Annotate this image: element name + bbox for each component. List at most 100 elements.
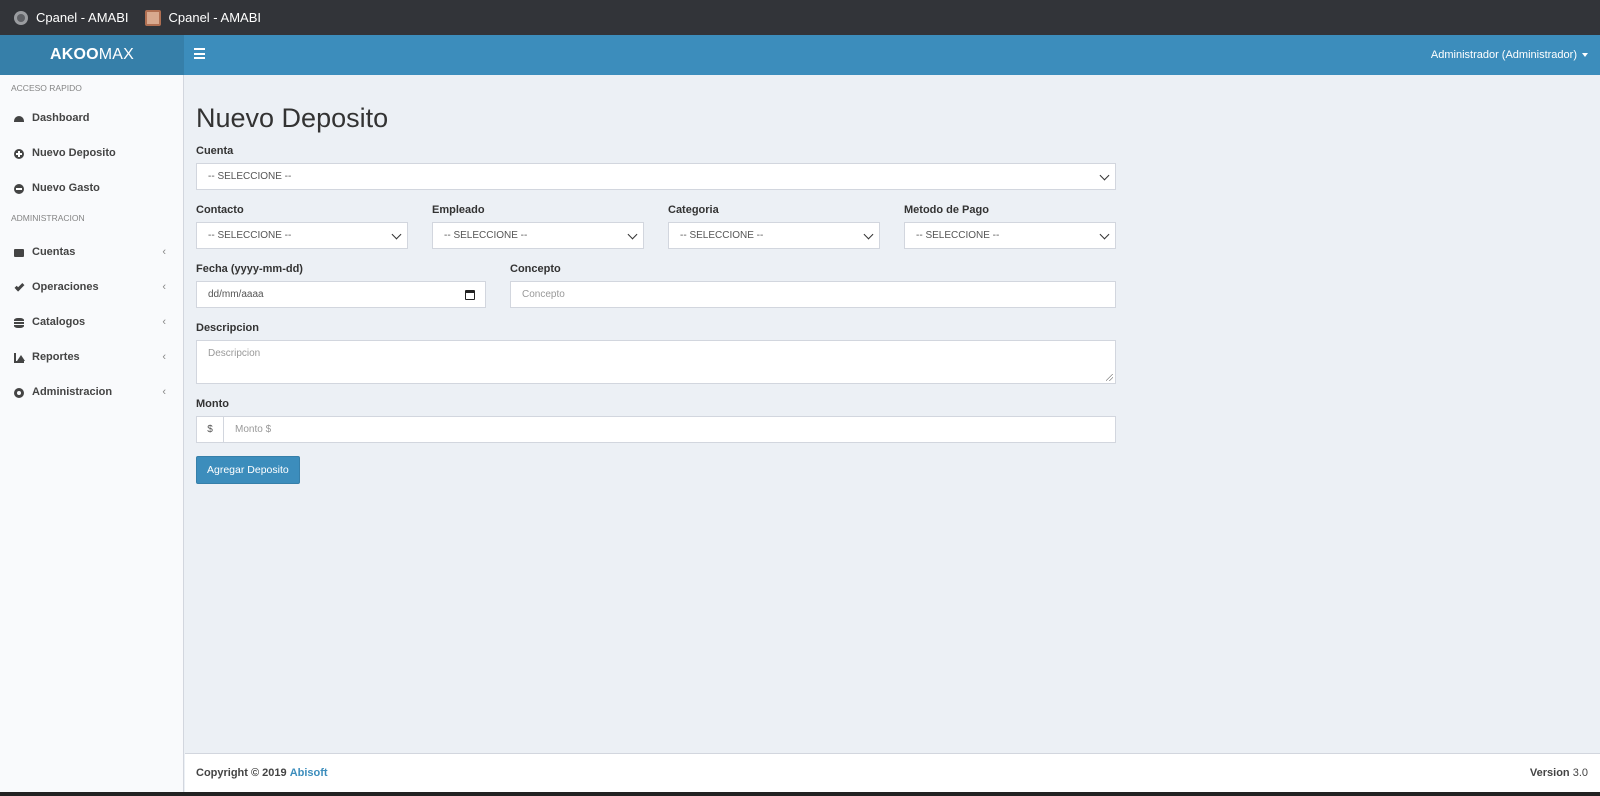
fecha-placeholder: dd/mm/aaaa [208, 289, 264, 300]
sidebar-item-label: Nuevo Deposito [32, 147, 116, 159]
contacto-label: Contacto [196, 204, 244, 216]
metodo-pago-group: Metodo de Pago -- SELECCIONE -- [904, 203, 1116, 249]
sidebar-item-label: Administracion [32, 386, 113, 398]
concepto-placeholder: Concepto [522, 289, 565, 300]
chevron-down-icon [627, 229, 638, 240]
sidebar-item-label: Cuentas [32, 246, 76, 258]
chevron-down-icon [863, 229, 874, 240]
descripcion-placeholder: Descripcion [208, 348, 261, 359]
copyright-text: Copyright © 2019 [196, 767, 287, 779]
fecha-group: Fecha (yyyy-mm-dd) dd/mm/aaaa [196, 262, 486, 308]
descripcion-group: Descripcion Descripcion [196, 321, 1116, 384]
fecha-label: Fecha (yyyy-mm-dd) [196, 263, 303, 275]
sidebar-item-nuevo-deposito[interactable]: Nuevo Deposito [0, 136, 183, 171]
monto-input-group: $ Monto $ [196, 416, 1116, 443]
cuenta-group: Cuenta -- SELECCIONE -- [196, 144, 1116, 190]
metodo-pago-select[interactable]: -- SELECCIONE -- [904, 222, 1116, 249]
sidebar-item-label: Dashboard [32, 112, 90, 124]
cuenta-select-value: -- SELECCIONE -- [208, 171, 292, 182]
descripcion-label: Descripcion [196, 322, 259, 334]
fecha-input[interactable]: dd/mm/aaaa [196, 281, 486, 308]
database-icon [14, 318, 24, 328]
version-label: Version [1529, 767, 1570, 779]
metodo-pago-select-value: -- SELECCIONE -- [916, 230, 1000, 241]
browser-tab-label: Cpanel - AMABI [36, 10, 129, 25]
sidebar-item-administracion[interactable]: Administracion ‹ [0, 375, 183, 410]
chevron-down-icon [1099, 229, 1110, 240]
sidebar-item-dashboard[interactable]: Dashboard [0, 101, 183, 136]
monto-group: Monto $ Monto $ [196, 397, 1116, 443]
sidebar-item-nuevo-gasto[interactable]: Nuevo Gasto [0, 171, 183, 206]
minus-circle-icon [14, 184, 24, 194]
dashboard-icon [14, 116, 24, 122]
contacto-select[interactable]: -- SELECCIONE -- [196, 222, 408, 249]
monto-input[interactable]: Monto $ [223, 416, 1116, 443]
logo[interactable]: AKOOMAX [0, 35, 184, 75]
concepto-input[interactable]: Concepto [510, 281, 1116, 308]
dollar-addon: $ [196, 416, 223, 443]
user-menu[interactable]: Administrador (Administrador) [1431, 35, 1588, 75]
concepto-label: Concepto [510, 263, 561, 275]
cuenta-label: Cuenta [196, 145, 234, 157]
categoria-group: Categoria -- SELECCIONE -- [668, 203, 880, 249]
page-title: Nuevo Deposito [196, 103, 389, 133]
gear-icon [14, 388, 24, 398]
chevron-down-icon [391, 229, 402, 240]
concepto-group: Concepto Concepto [510, 262, 1116, 308]
favicon-photo-icon [144, 9, 161, 26]
metodo-pago-label: Metodo de Pago [904, 204, 989, 216]
sidebar-item-label: Operaciones [32, 281, 99, 293]
globe-icon [14, 10, 28, 25]
contacto-select-value: -- SELECCIONE -- [208, 230, 292, 241]
main-header: AKOOMAX Administrador (Administrador) [0, 35, 1600, 75]
sidebar-item-label: Catalogos [32, 316, 86, 328]
chevron-left-icon: ‹ [162, 281, 166, 293]
monto-placeholder: Monto $ [235, 424, 272, 435]
empleado-label: Empleado [432, 204, 485, 216]
categoria-select[interactable]: -- SELECCIONE -- [668, 222, 880, 249]
version-number: 3.0 [1572, 767, 1588, 779]
chevron-down-icon [1099, 170, 1110, 181]
empleado-group: Empleado -- SELECCIONE -- [432, 203, 644, 249]
browser-titlebar: Cpanel - AMABI Cpanel - AMABI [0, 0, 1600, 35]
resize-handle-icon[interactable] [1106, 374, 1113, 381]
bottom-strip [0, 792, 1600, 796]
empleado-select[interactable]: -- SELECCIONE -- [432, 222, 644, 249]
sidebar-item-operaciones[interactable]: Operaciones ‹ [0, 270, 183, 305]
descripcion-textarea[interactable]: Descripcion [196, 340, 1116, 384]
sidebar-header-admin: ADMINISTRACION [11, 213, 85, 223]
sidebar-item-cuentas[interactable]: Cuentas ‹ [0, 235, 183, 270]
monto-label: Monto [196, 398, 229, 410]
categoria-label: Categoria [668, 204, 719, 216]
browser-tab-1[interactable]: Cpanel - AMABI [14, 10, 129, 25]
company-link[interactable]: Abisoft [290, 767, 328, 779]
sidebar-item-reportes[interactable]: Reportes ‹ [0, 340, 183, 375]
browser-tab-label: Cpanel - AMABI [168, 10, 262, 25]
chevron-left-icon: ‹ [162, 316, 166, 328]
chevron-left-icon: ‹ [162, 246, 166, 258]
calendar-icon[interactable] [465, 290, 475, 300]
contacto-group: Contacto -- SELECCIONE -- [196, 203, 408, 249]
chevron-left-icon: ‹ [162, 351, 166, 363]
agregar-deposito-button[interactable]: Agregar Deposito [196, 456, 300, 484]
sidebar-toggle-icon[interactable] [194, 48, 205, 60]
sidebar: ACCESO RAPIDO Dashboard Nuevo Deposito N… [0, 75, 184, 796]
logo-light: MAX [98, 46, 135, 63]
empleado-select-value: -- SELECCIONE -- [444, 230, 528, 241]
browser-tab-2[interactable]: Cpanel - AMABI [144, 9, 262, 26]
chevron-left-icon: ‹ [162, 386, 166, 398]
logo-bold: AKOO [49, 46, 99, 63]
briefcase-icon [14, 249, 24, 257]
user-name: Administrador (Administrador) [1430, 49, 1577, 61]
sidebar-header-quick: ACCESO RAPIDO [11, 83, 82, 93]
sidebar-item-catalogos[interactable]: Catalogos ‹ [0, 305, 183, 340]
categoria-select-value: -- SELECCIONE -- [680, 230, 764, 241]
check-icon [14, 281, 25, 292]
area-chart-icon [14, 353, 25, 363]
version-info: Version 3.0 [1530, 754, 1588, 792]
caret-down-icon [1582, 53, 1588, 58]
main-content: Nuevo Deposito Cuenta -- SELECCIONE -- C… [196, 75, 1116, 484]
plus-circle-icon [14, 149, 24, 159]
sidebar-item-label: Reportes [32, 351, 80, 363]
cuenta-select[interactable]: -- SELECCIONE -- [196, 163, 1116, 190]
